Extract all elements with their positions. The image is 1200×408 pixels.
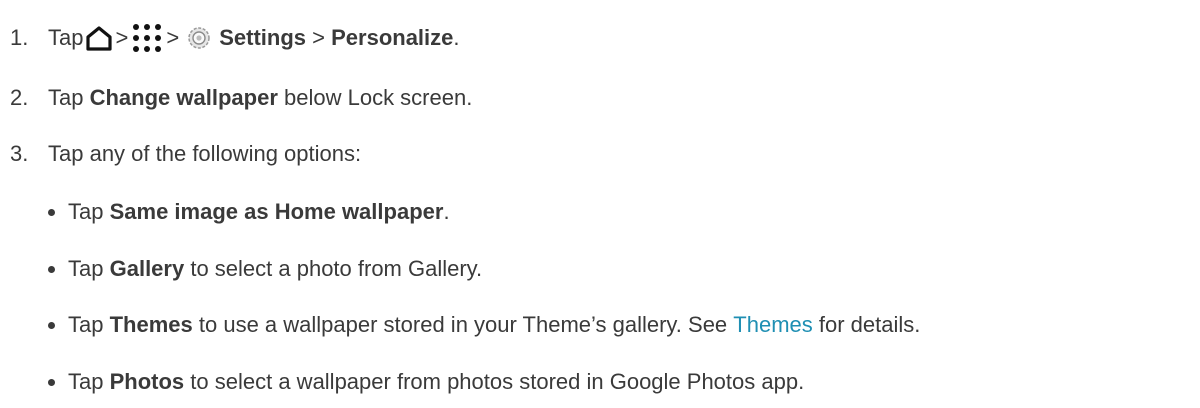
bullet-icon [48,266,55,273]
settings-gear-icon [187,26,211,50]
step-number: 1. [10,25,29,50]
step-text: Tap any of the following options: [48,141,362,166]
bullet-icon [48,322,55,329]
themes-link[interactable]: Themes [733,305,812,345]
bullet-icon [48,209,55,216]
step-number: 3. [10,141,29,166]
step-text: Tap Change wallpaper below Lock screen. [48,85,473,110]
instruction-document: 1. Tap > > Settings > Personalize . 2. T… [0,0,1200,408]
home-icon [85,25,113,51]
step-text: Tap > > Settings > Personalize . [48,18,460,58]
bullet-icon [48,379,55,386]
step-number: 2. [10,85,29,110]
apps-grid-icon [130,22,164,54]
